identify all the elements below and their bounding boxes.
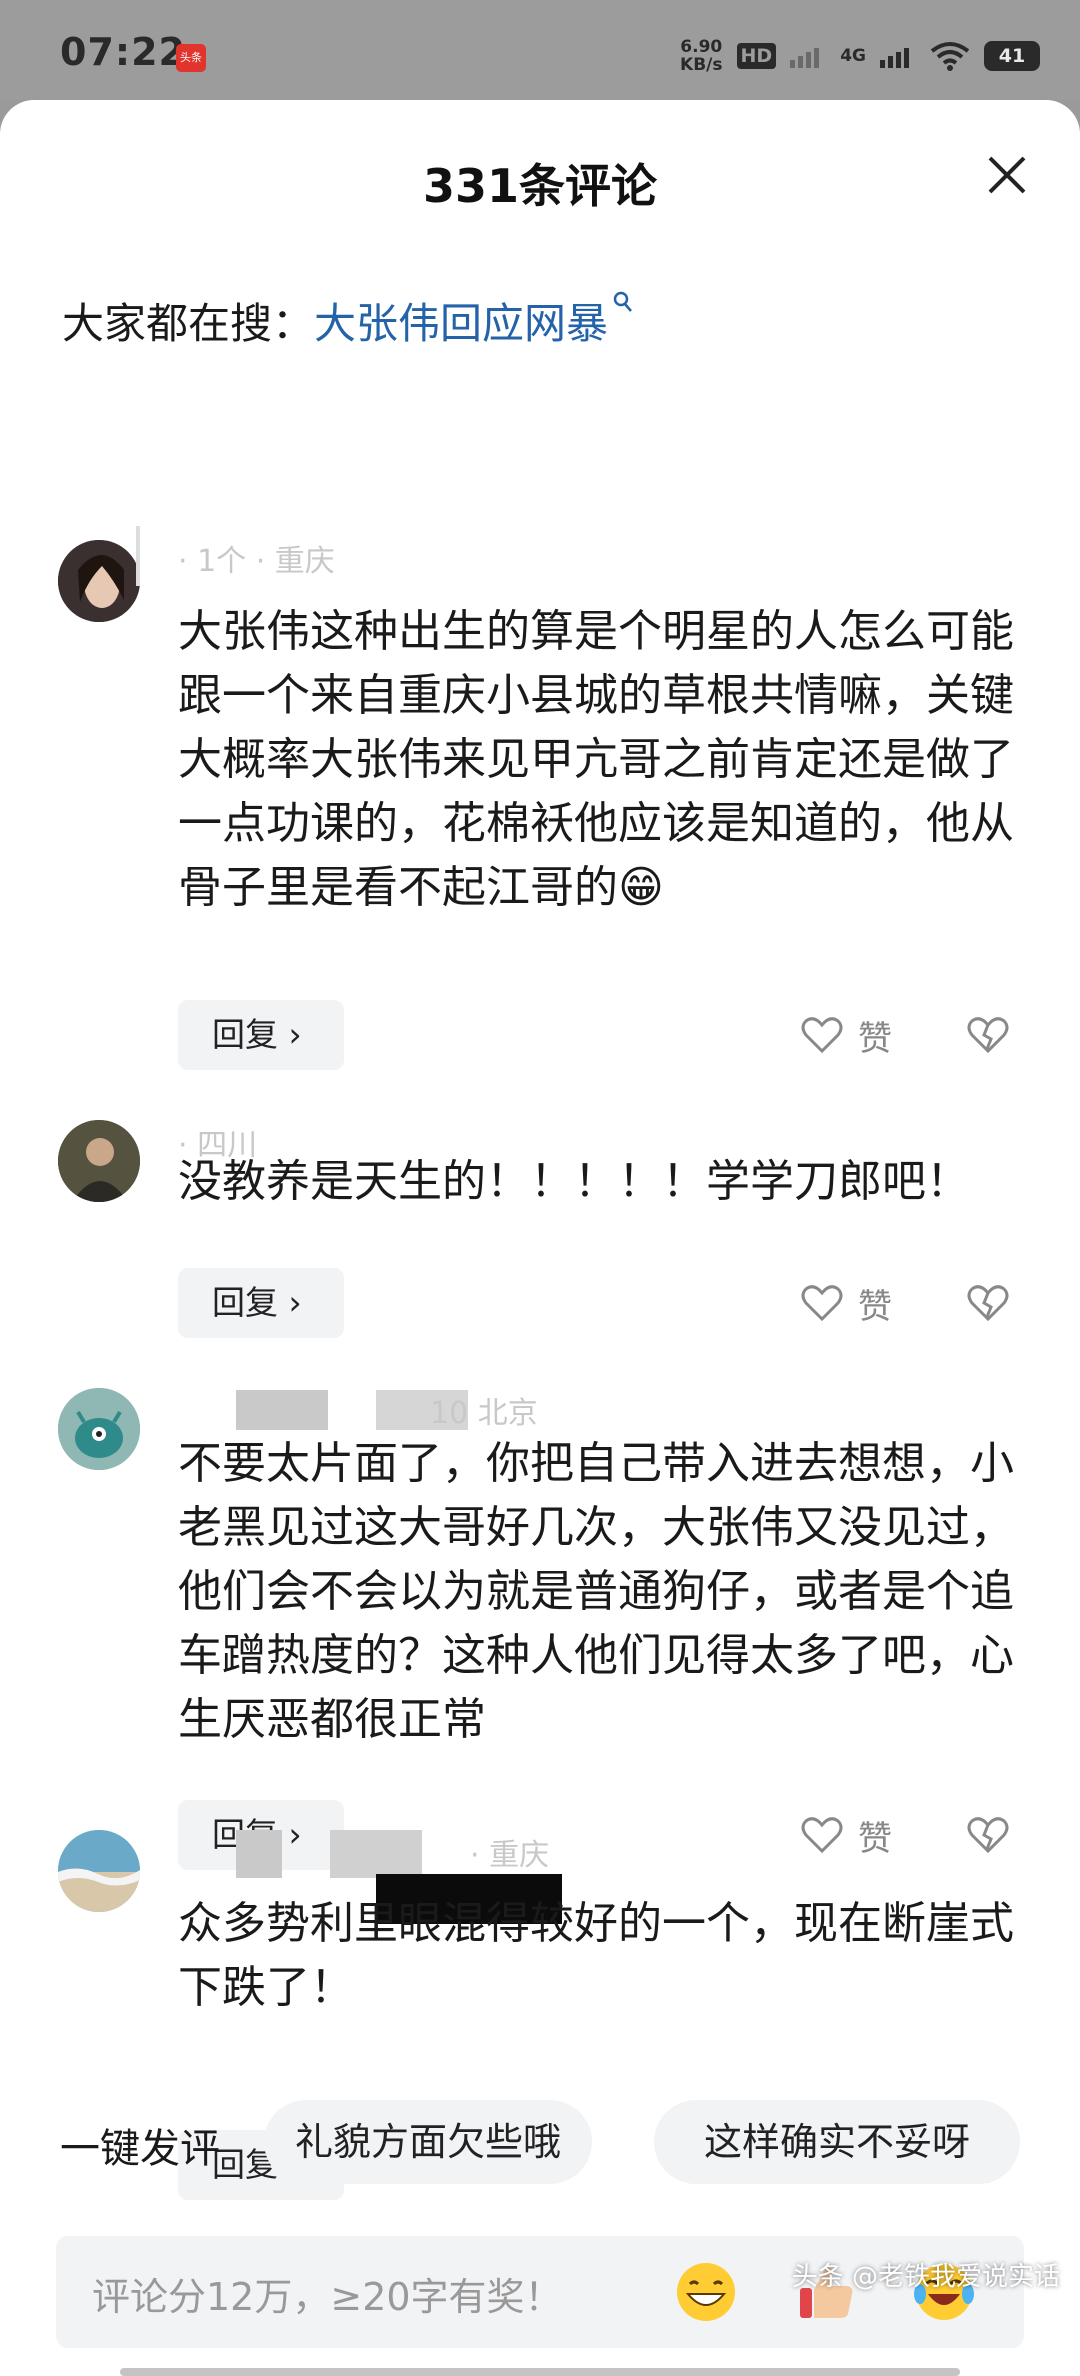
heart-icon xyxy=(801,1817,843,1854)
like-count: 赞 xyxy=(858,1818,892,1859)
avatar-cartoon-icon xyxy=(58,1388,140,1470)
comment-text: 众多势利里眼混得较好的一个，现在断崖式下跌了！ xyxy=(178,1898,1014,2013)
reply-label: 回复 xyxy=(212,1283,278,1322)
comment-text: 没教养是天生的！！！！！学学刀郎吧！ xyxy=(178,1156,970,1207)
search-suggestion-link[interactable]: 大张伟回应网暴 xyxy=(314,299,608,348)
like-button[interactable]: 赞 xyxy=(800,1000,892,1070)
status-time: 07:22 xyxy=(60,30,186,74)
avatar[interactable] xyxy=(58,540,140,622)
chevron-right-icon: › xyxy=(278,1015,302,1054)
comment-input-placeholder: 评论分12万，≥20字有奖！ xyxy=(92,2275,563,2319)
network-speed-unit: KB/s xyxy=(680,55,723,75)
app-notification-icon: 头条 xyxy=(176,44,206,72)
reply-label: 回复 xyxy=(212,1015,278,1054)
avatar[interactable] xyxy=(58,1830,140,1912)
reply-button[interactable]: 回复 › xyxy=(178,1268,344,1338)
avatar-person-icon xyxy=(58,1120,140,1202)
like-button[interactable]: 赞 xyxy=(800,1268,892,1338)
status-indicators: 6.90 KB/s HD 4G 41 xyxy=(680,36,1040,76)
commenter-meta: · 1个 · 重庆 xyxy=(178,544,335,579)
close-icon[interactable] xyxy=(982,150,1032,200)
dislike-button[interactable] xyxy=(966,1800,1016,1870)
scroll-indicator xyxy=(120,2368,960,2376)
signal-weak-icon xyxy=(790,48,820,68)
comment-sheet: 331条评论 大家都在搜：大张伟回应网暴 · 1个 · 重庆 大张伟这种出生的算… xyxy=(0,100,1080,2376)
network-speed: 6.90 KB/s xyxy=(680,38,722,74)
grin-emoji-icon[interactable] xyxy=(674,2260,738,2324)
search-icon xyxy=(613,291,632,312)
quick-reply-chip[interactable]: 礼貌方面欠些哦 xyxy=(264,2100,592,2184)
heart-icon xyxy=(801,1017,843,1054)
chevron-right-icon: › xyxy=(278,1283,302,1322)
avatar-portrait-icon xyxy=(58,540,140,622)
sheet-title: 331条评论 xyxy=(422,159,658,213)
avatar[interactable] xyxy=(58,1388,140,1470)
quick-reply-chip[interactable]: 这样确实不妥呀 xyxy=(654,2100,1020,2184)
reply-button[interactable]: 回复 › xyxy=(178,1000,344,1070)
redaction xyxy=(136,526,140,586)
network-type: 4G xyxy=(840,46,866,66)
dislike-button[interactable] xyxy=(966,1268,1016,1338)
quick-reply-bar: 一键发评 礼貌方面欠些哦 这样确实不妥呀 xyxy=(0,2100,1080,2188)
avatar-beach-icon xyxy=(58,1830,140,1912)
redaction xyxy=(330,1830,422,1878)
broken-heart-icon xyxy=(967,1017,1009,1054)
hd-voice-icon: HD xyxy=(736,43,777,69)
quick-reply-label: 一键发评 xyxy=(60,2126,220,2172)
broken-heart-icon xyxy=(967,1285,1009,1322)
comment-text: 不要太片面了，你把自己带入进去想想，小老黑见过这大哥好几次，大张伟又没见过，他们… xyxy=(178,1438,1014,1745)
broken-heart-icon xyxy=(967,1817,1009,1854)
commenter-meta: 10 北京 xyxy=(430,1396,538,1431)
commenter-meta: · 重庆 xyxy=(470,1838,550,1873)
like-count: 赞 xyxy=(858,1286,892,1327)
like-count: 赞 xyxy=(858,1018,892,1059)
comment-text: 大张伟这种出生的算是个明星的人怎么可能跟一个来自重庆小县城的草根共情嘛，关键大概… xyxy=(178,606,1014,913)
network-speed-value: 6.90 xyxy=(680,37,723,57)
wifi-icon xyxy=(930,42,970,71)
status-bar: 07:22 头条 6.90 KB/s HD 4G 41 xyxy=(0,0,1080,100)
signal-icon xyxy=(880,48,909,68)
battery-indicator: 41 xyxy=(984,41,1040,71)
heart-icon xyxy=(801,1285,843,1322)
search-suggestion[interactable]: 大家都在搜：大张伟回应网暴 xyxy=(62,290,634,351)
like-button[interactable]: 赞 xyxy=(800,1800,892,1870)
redaction xyxy=(236,1390,328,1430)
dislike-button[interactable] xyxy=(966,1000,1016,1070)
redaction xyxy=(236,1830,282,1878)
search-suggestion-prefix: 大家都在搜： xyxy=(62,299,315,348)
watermark: 头条 @老铁我爱说实话 xyxy=(791,2262,1060,2292)
avatar[interactable] xyxy=(58,1120,140,1202)
